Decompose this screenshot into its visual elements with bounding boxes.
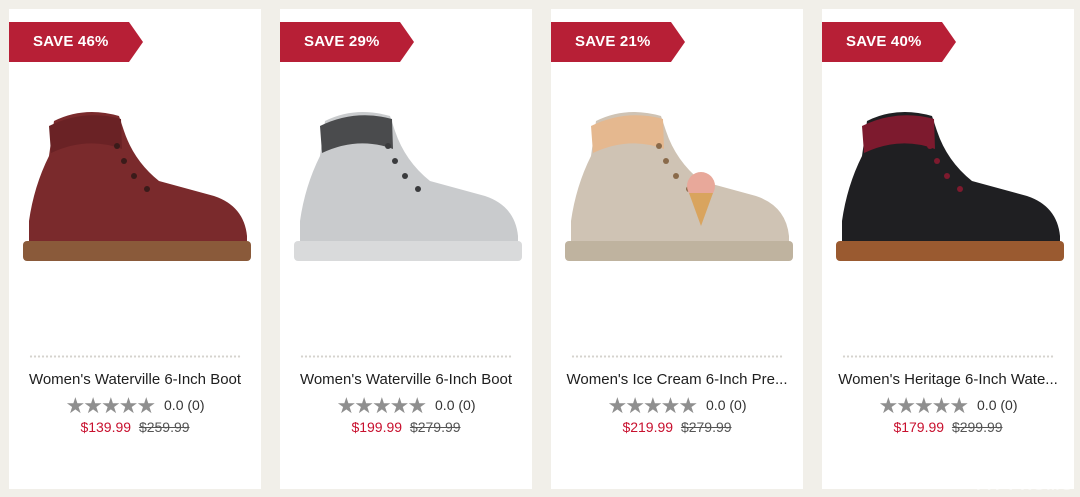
original-price: $279.99 (409, 419, 461, 435)
watermark: FIT PROMO (976, 477, 1074, 494)
product-image[interactable] (551, 101, 803, 281)
product-card[interactable]: SAVE 21% Women's Ice Cream 6-Inch Pre...… (551, 9, 803, 489)
rating: ★★★★★ 0.0 (0) (280, 393, 532, 419)
star-icon: ★★★★★ (336, 393, 428, 418)
original-price: $279.99 (680, 419, 732, 435)
discount-badge: SAVE 40% (822, 22, 956, 62)
color-swatch-row (300, 355, 512, 358)
product-name[interactable]: Women's Ice Cream 6-Inch Pre... (557, 371, 797, 388)
rating-value: 0.0 (0) (435, 397, 476, 413)
product-grid: SAVE 46% Women's Waterville 6-Inch Boot … (0, 0, 1080, 497)
product-card[interactable]: SAVE 29% Women's Waterville 6-Inch Boot … (280, 9, 532, 489)
product-name[interactable]: Women's Waterville 6-Inch Boot (286, 371, 526, 388)
boot-image (565, 112, 793, 261)
rating: ★★★★★ 0.0 (0) (9, 393, 261, 419)
sale-price: $139.99 (80, 419, 132, 435)
original-price: $299.99 (951, 419, 1003, 435)
color-swatch-row (29, 355, 241, 358)
boot-image (294, 112, 522, 261)
price-row: $219.99 $279.99 (551, 419, 803, 435)
star-icon: ★★★★★ (65, 393, 157, 418)
color-swatch-row (842, 355, 1054, 358)
rating: ★★★★★ 0.0 (0) (822, 393, 1074, 419)
sale-price: $179.99 (893, 419, 945, 435)
price-row: $179.99 $299.99 (822, 419, 1074, 435)
discount-badge: SAVE 29% (280, 22, 414, 62)
price-row: $199.99 $279.99 (280, 419, 532, 435)
sale-price: $199.99 (351, 419, 403, 435)
rating-value: 0.0 (0) (977, 397, 1018, 413)
rating: ★★★★★ 0.0 (0) (551, 393, 803, 419)
color-swatch-row (571, 355, 783, 358)
product-name[interactable]: Women's Waterville 6-Inch Boot (15, 371, 255, 388)
star-icon: ★★★★★ (607, 393, 699, 418)
product-card[interactable]: SAVE 46% Women's Waterville 6-Inch Boot … (9, 9, 261, 489)
boot-image (23, 112, 251, 261)
rating-value: 0.0 (0) (164, 397, 205, 413)
product-image[interactable] (9, 101, 261, 281)
product-name[interactable]: Women's Heritage 6-Inch Wate... (828, 371, 1068, 388)
discount-badge: SAVE 21% (551, 22, 685, 62)
product-card[interactable]: SAVE 40% Women's Heritage 6-Inch Wate...… (822, 9, 1074, 489)
sale-price: $219.99 (622, 419, 674, 435)
rating-value: 0.0 (0) (706, 397, 747, 413)
boot-image (836, 112, 1064, 261)
original-price: $259.99 (138, 419, 190, 435)
product-image[interactable] (822, 101, 1074, 281)
product-image[interactable] (280, 101, 532, 281)
discount-badge: SAVE 46% (9, 22, 143, 62)
star-icon: ★★★★★ (878, 393, 970, 418)
price-row: $139.99 $259.99 (9, 419, 261, 435)
